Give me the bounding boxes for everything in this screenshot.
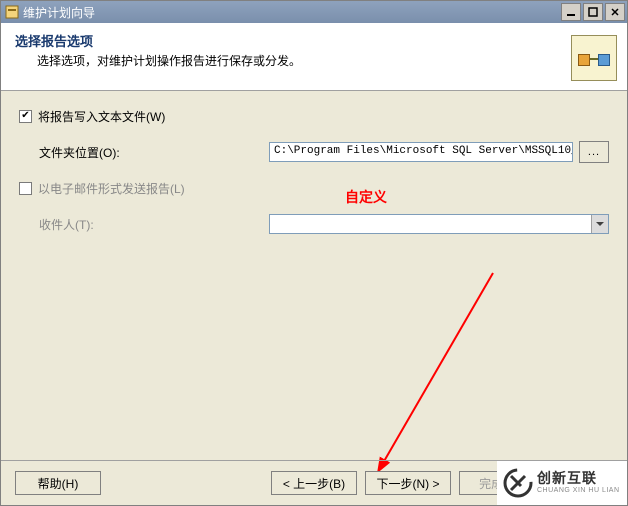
recipient-dropdown[interactable] <box>269 214 609 234</box>
brand-sub: CHUANG XIN HU LIAN <box>537 487 620 495</box>
browse-button[interactable]: ... <box>579 141 609 163</box>
close-button[interactable] <box>605 3 625 21</box>
minimize-button[interactable] <box>561 3 581 21</box>
next-button[interactable]: 下一步(N) > <box>365 471 451 495</box>
recipient-label: 收件人(T): <box>19 216 269 233</box>
email-report-checkbox[interactable] <box>19 182 32 195</box>
write-report-label: 将报告写入文本文件(W) <box>38 108 165 125</box>
wizard-header: 选择报告选项 选择选项，对维护计划操作报告进行保存或分发。 <box>1 23 627 91</box>
write-report-checkbox[interactable] <box>19 110 32 123</box>
brand-logo: 创新互联 CHUANG XIN HU LIAN <box>497 461 627 505</box>
recipient-row: 收件人(T): <box>19 213 609 235</box>
window-title: 维护计划向导 <box>23 4 561 21</box>
header-icon <box>571 35 617 81</box>
window-buttons <box>561 3 625 21</box>
maximize-button[interactable] <box>583 3 603 21</box>
page-subtitle: 选择选项，对维护计划操作报告进行保存或分发。 <box>37 52 613 69</box>
help-button[interactable]: 帮助(H) <box>15 471 101 495</box>
folder-label: 文件夹位置(O): <box>19 144 269 161</box>
annotation-arrow-icon <box>373 267 503 477</box>
folder-input[interactable]: C:\Program Files\Microsoft SQL Server\MS… <box>269 142 573 162</box>
email-report-row: 以电子邮件形式发送报告(L) <box>19 177 609 199</box>
brand-mark-icon <box>503 468 533 498</box>
app-icon <box>5 5 19 19</box>
title-bar: 维护计划向导 <box>1 1 627 23</box>
wizard-window: 维护计划向导 选择报告选项 选择选项，对维护计划操作报告进行保存或分发。 将报告… <box>0 0 628 506</box>
form-body: 将报告写入文本文件(W) 文件夹位置(O): C:\Program Files\… <box>1 91 627 235</box>
annotation-text: 自定义 <box>345 187 387 207</box>
write-report-row: 将报告写入文本文件(W) <box>19 105 609 127</box>
back-button[interactable]: < 上一步(B) <box>271 471 357 495</box>
page-title: 选择报告选项 <box>15 31 613 50</box>
email-report-label: 以电子邮件形式发送报告(L) <box>38 180 185 197</box>
chevron-down-icon[interactable] <box>591 215 608 233</box>
brand-name: 创新互联 <box>537 471 620 486</box>
folder-row: 文件夹位置(O): C:\Program Files\Microsoft SQL… <box>19 141 609 163</box>
